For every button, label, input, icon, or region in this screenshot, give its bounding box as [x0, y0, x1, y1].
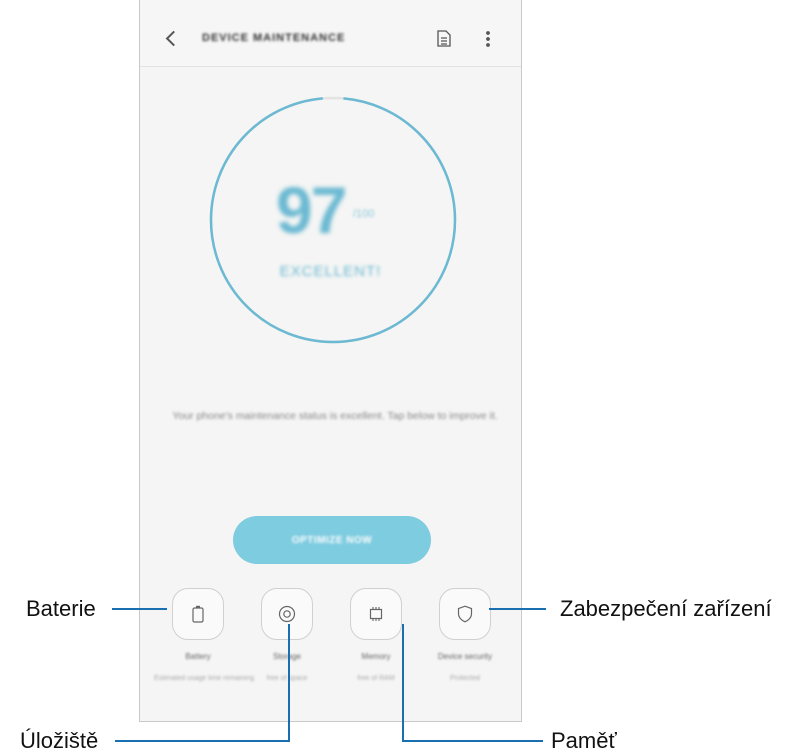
callout-memory: Paměť: [551, 728, 617, 753]
callout-battery: Baterie: [26, 596, 96, 621]
callout-storage: Úložiště: [20, 728, 99, 753]
callout-security: Zabezpečení zařízení: [560, 596, 772, 621]
memory-leader: [402, 624, 543, 742]
storage-leader: [115, 624, 290, 742]
callout-leaders: [112, 608, 546, 742]
